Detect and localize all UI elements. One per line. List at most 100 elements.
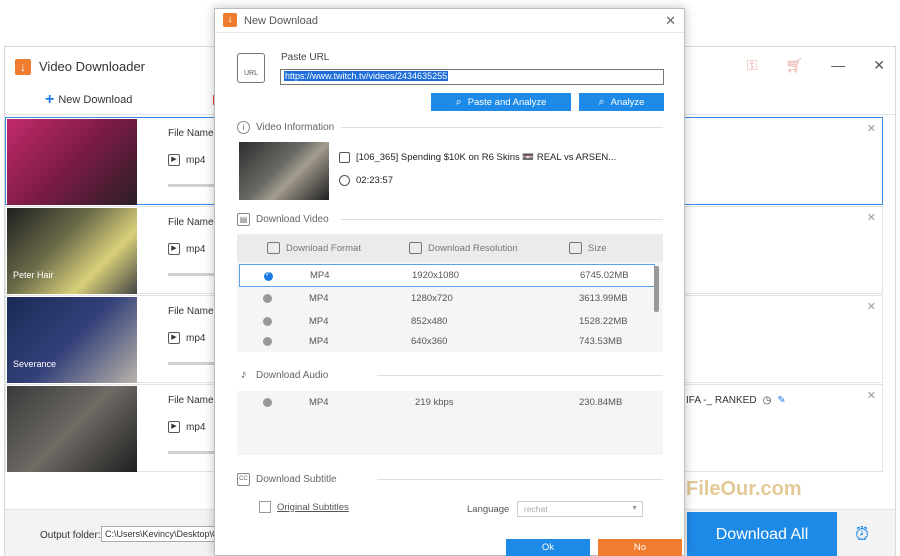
download-all-button[interactable]: Download All [687,512,837,556]
divider [377,479,663,480]
paste-url-label: Paste URL [281,52,330,63]
thumbnail-caption: Peter Hair [13,270,54,280]
video-thumbnail [7,119,137,205]
original-subtitles-link[interactable]: Original Subtitles [277,502,349,513]
video-option-row[interactable]: MP4 1920x1080 6745.02MB [239,264,655,287]
video-option-row[interactable]: MP4 1280x720 3613.99MB [239,287,663,310]
resolution-cell: 852x480 [411,316,448,327]
watermark: FileOur.com [686,478,802,500]
resolution-header: Download Resolution [409,242,518,254]
dialog-title: New Download [244,15,318,27]
language-value: rechat [524,504,548,514]
radio-icon [263,337,272,346]
key-icon[interactable]: ⚿ [747,57,758,74]
format-row: ▶ mp4 [168,243,205,255]
output-folder-input[interactable]: C:\Users\Kevincy\Desktop\Ou [101,526,221,542]
progress-bar [168,184,216,187]
audio-format-table: MP4 219 kbps 230.84MB [237,391,663,455]
radio-selected-icon [264,270,273,281]
download-subtitle-section: CC Download Subtitle [237,472,663,486]
video-option-row[interactable]: MP4 640x360 743.53MB [239,333,663,349]
download-audio-heading: ♪ Download Audio [237,368,663,382]
cart-icon[interactable]: 🛒︎ [785,57,803,74]
format-header: Download Format [267,242,361,254]
video-duration: 02:23:57 [356,175,393,186]
language-select[interactable]: rechat ▼ [517,501,643,517]
clock-icon: ◷ [762,395,772,406]
paste-and-analyze-button[interactable]: ⌕ Paste and Analyze [431,93,571,111]
analyze-button[interactable]: ⌕ Analyze [579,93,664,111]
video-title: [106_365] Spending $10K on R6 Skins 📼 RE… [356,152,617,163]
table-scrollbar[interactable] [654,266,659,312]
remove-item-icon[interactable]: ✕ [867,389,876,402]
thumbnail-caption: Severance [13,359,57,369]
new-download-button[interactable]: + New Download [45,91,132,109]
paste-and-analyze-label: Paste and Analyze [467,96,547,108]
minimize-icon[interactable]: — [831,57,845,74]
resolution-header-label: Download Resolution [428,242,518,254]
format-cell: MP4 [309,397,329,408]
download-audio-section: ♪ Download Audio [237,368,663,382]
resolution-icon [409,242,422,254]
original-subtitles-row: Original Subtitles [259,501,349,513]
url-input[interactable]: https://www.twitch.tv/videos/2434635255 [280,69,664,85]
cc-icon: CC [237,472,250,486]
ok-button[interactable]: Ok [506,539,590,556]
audio-option-row[interactable]: MP4 219 kbps 230.84MB [239,391,663,414]
alarm-clock-icon[interactable]: ⏰︎ [855,524,869,545]
format-cell: MP4 [309,335,329,347]
edit-pencil-icon[interactable]: ✎ [777,395,785,406]
size-header: Size [569,242,606,254]
app-logo-icon: ↓ [15,59,31,75]
video-info-title-row: [106_365] Spending $10K on R6 Skins 📼 RE… [339,152,616,163]
no-button[interactable]: No [598,539,682,556]
progress-bar [168,273,216,276]
radio-icon [263,294,272,303]
remove-item-icon[interactable]: ✕ [867,211,876,224]
format-row: ▶ mp4 [168,154,205,166]
download-audio-title: Download Audio [256,369,329,381]
dialog-close-icon[interactable]: ✕ [665,13,676,29]
video-info-heading: i Video Information [237,120,663,134]
dialog-logo-icon: ↓ [223,13,237,27]
radio-icon [263,398,272,407]
format-row: ▶ mp4 [168,421,205,433]
divider [377,375,663,376]
video-format-icon: ▶ [168,421,180,433]
video-info-title: Video Information [256,121,335,133]
download-subtitle-heading: CC Download Subtitle [237,472,663,486]
format-value: mp4 [186,243,206,255]
file-name-label: File Name: [168,128,217,139]
size-cell: 230.84MB [579,397,623,408]
video-option-row[interactable]: MP4 852x480 1528.22MB [239,310,663,333]
format-row: ▶ mp4 [168,332,205,344]
chevron-down-icon: ▼ [631,505,638,512]
divider [341,219,663,220]
download-video-section: ▤ Download Video [237,212,663,226]
divider [341,127,663,128]
format-value: mp4 [186,332,206,344]
remove-item-icon[interactable]: ✕ [867,300,876,313]
document-icon [339,152,350,163]
format-cell: MP4 [309,293,329,304]
app-title: Video Downloader [39,59,145,74]
file-name-label: File Name: [168,217,217,228]
size-cell: 743.53MB [579,335,623,347]
video-info-thumbnail [239,142,329,200]
close-icon[interactable]: ✕ [873,57,885,74]
format-cell: MP4 [309,316,329,327]
video-duration-row: 02:23:57 [339,175,393,186]
clock-icon [339,175,350,186]
video-thumbnail: Peter Hair [7,208,137,294]
format-value: mp4 [186,154,206,166]
analyze-label: Analyze [610,96,645,108]
new-download-dialog: ↓ New Download ✕ URL Paste URL https://w… [214,8,685,556]
language-label: Language [467,504,510,515]
format-header-label: Download Format [286,242,361,254]
video-format-icon: ▶ [168,332,180,344]
video-format-icon: ▶ [168,154,180,166]
original-subtitles-checkbox[interactable] [259,501,271,513]
plus-icon: + [45,91,55,108]
remove-item-icon[interactable]: ✕ [867,122,876,135]
search-icon: ⌕ [598,95,605,108]
